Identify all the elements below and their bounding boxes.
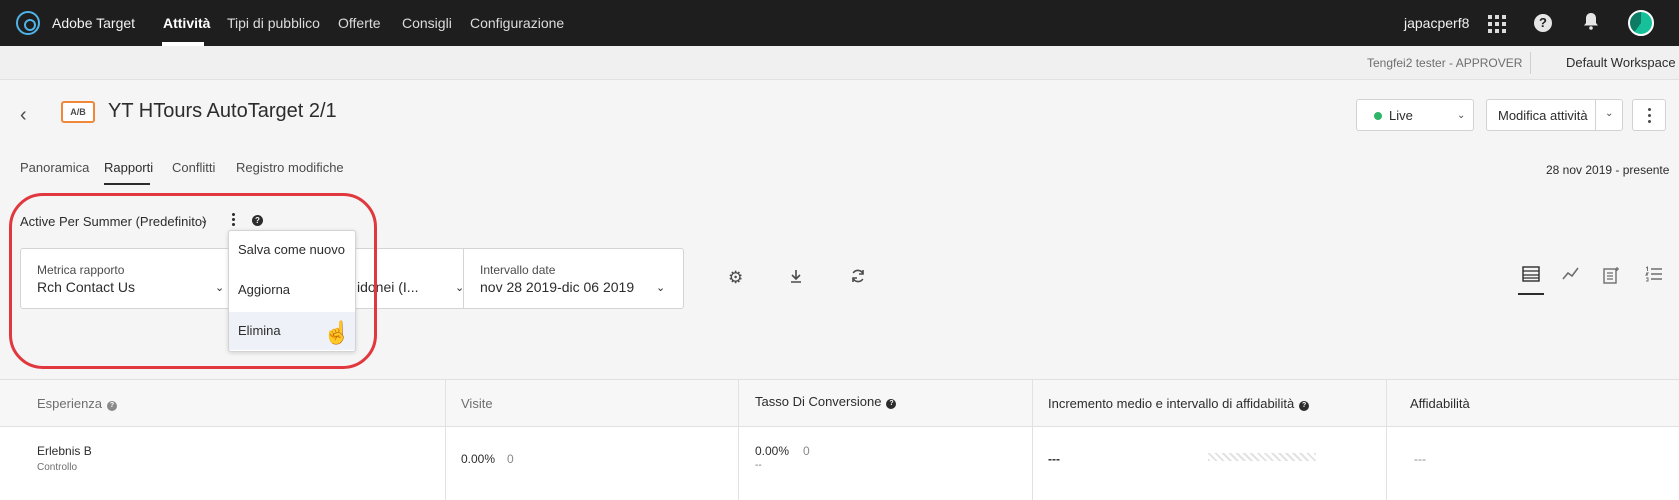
activity-date-range: 28 nov 2019 - presente [1546,163,1670,177]
live-status-dot-icon [1374,112,1382,120]
top-nav: Adobe Target Attività Tipi di pubblico O… [0,0,1679,46]
activity-type-badge: A/B [61,101,95,123]
back-arrow-icon[interactable]: ‹ [20,104,27,127]
chevron-down-icon: ⌄ [1605,108,1614,119]
visits-count: 0 [507,452,514,466]
date-range-selector[interactable]: Intervallo date nov 28 2019-dic 06 2019 … [464,249,684,308]
notifications-bell-icon[interactable] [1580,12,1602,34]
header-experience[interactable]: Esperienza? [37,396,118,411]
hand-pointer-cursor-icon: ☝ [323,320,351,345]
tab-conflitti[interactable]: Conflitti [172,160,215,175]
help-icon[interactable]: ? [107,401,118,411]
adobe-target-logo-icon[interactable] [16,11,40,35]
nav-item-tipi-di-pubblico[interactable]: Tipi di pubblico [227,15,320,31]
chevron-down-icon: ⌄ [1457,110,1466,121]
status-label: Live [1389,108,1413,123]
refresh-icon[interactable] [850,268,866,289]
report-selector[interactable]: Active Per Summer (Predefinito) [20,214,206,229]
user-role: Tengfei2 tester - APPROVER [1367,56,1523,70]
user-avatar[interactable] [1628,10,1654,36]
conversion-count: 0 [803,444,810,458]
report-more-vertical-icon[interactable] [232,213,236,228]
numbered-list-icon[interactable] [1644,266,1663,287]
workspace-bar: Tengfei2 tester - APPROVER Default Works… [0,46,1679,80]
line-chart-view-icon[interactable] [1562,266,1580,287]
chevron-down-icon: ⌄ [656,282,666,294]
report-document-icon[interactable] [1602,266,1620,289]
chevron-down-icon: ⌄ [215,282,225,294]
chevron-down-icon[interactable]: ⌄ [200,215,208,226]
conversion-pct: 0.00% [755,444,790,458]
lift-value: --- [1048,452,1060,466]
help-icon[interactable]: ? [1299,401,1310,411]
user-name[interactable]: japacperf8 [1404,15,1469,31]
audience-value: idonei (I... [357,279,419,295]
conversion-sub: -- [755,460,762,471]
apps-grid-icon[interactable] [1486,12,1508,34]
status-dropdown[interactable]: Live ⌄ [1356,99,1474,131]
metric-label: Metrica rapporto [37,263,125,277]
help-icon[interactable]: ? [886,399,897,409]
workspace-selector[interactable]: Default Workspace [1566,55,1676,70]
brand-name[interactable]: Adobe Target [52,15,135,31]
view-active-indicator [1518,293,1544,295]
more-options-button[interactable] [1632,99,1666,131]
metric-selector[interactable]: Metrica rapporto Rch Contact Us ⌄ [21,249,233,308]
help-icon[interactable]: ? [1532,12,1554,34]
nav-item-attivita[interactable]: Attività [163,15,210,31]
header-confidence[interactable]: Affidabilità [1410,396,1470,411]
header-lift[interactable]: Incremento medio e intervallo di affidab… [1048,396,1310,411]
date-range-value: nov 28 2019-dic 06 2019 [480,279,635,295]
confidence-value: --- [1414,452,1426,466]
edit-activity-dropdown[interactable]: ⌄ [1595,99,1623,131]
metric-value: Rch Contact Us [37,279,136,295]
tab-rapporti[interactable]: Rapporti [104,160,153,175]
settings-gear-icon[interactable]: ⚙ [728,268,743,288]
date-range-label: Intervallo date [480,263,556,277]
nav-item-configurazione[interactable]: Configurazione [470,15,564,31]
menu-item-save-as-new[interactable]: Salva come nuovo [229,231,355,269]
experience-sub: Controllo [37,462,78,473]
report-help-icon[interactable]: ? [252,215,263,226]
nav-item-offerte[interactable]: Offerte [338,15,381,31]
results-table: Esperienza? Visite Tasso Di Conversione?… [0,379,1679,500]
tab-active-indicator [104,183,150,185]
tab-registro-modifiche[interactable]: Registro modifiche [236,160,344,175]
confidence-interval-bar [1208,453,1316,461]
download-icon[interactable] [788,268,804,289]
activity-title: YT HTours AutoTarget 2/1 [108,100,337,122]
experience-name[interactable]: Erlebnis B [37,444,92,458]
table-view-icon[interactable] [1522,266,1540,287]
more-vertical-icon [1648,108,1652,126]
nav-item-consigli[interactable]: Consigli [402,15,452,31]
header-visits[interactable]: Visite [461,396,493,411]
header-conversion-rate[interactable]: Tasso Di Conversione? [755,394,897,409]
tab-panoramica[interactable]: Panoramica [20,160,89,175]
edit-activity-label: Modifica attività [1498,108,1588,123]
table-header: Esperienza? Visite Tasso Di Conversione?… [0,380,1679,427]
visits-pct: 0.00% [461,452,496,466]
menu-item-update[interactable]: Aggiorna [229,271,355,309]
edit-activity-button[interactable]: Modifica attività [1486,99,1596,131]
workspace-divider [1530,52,1531,74]
